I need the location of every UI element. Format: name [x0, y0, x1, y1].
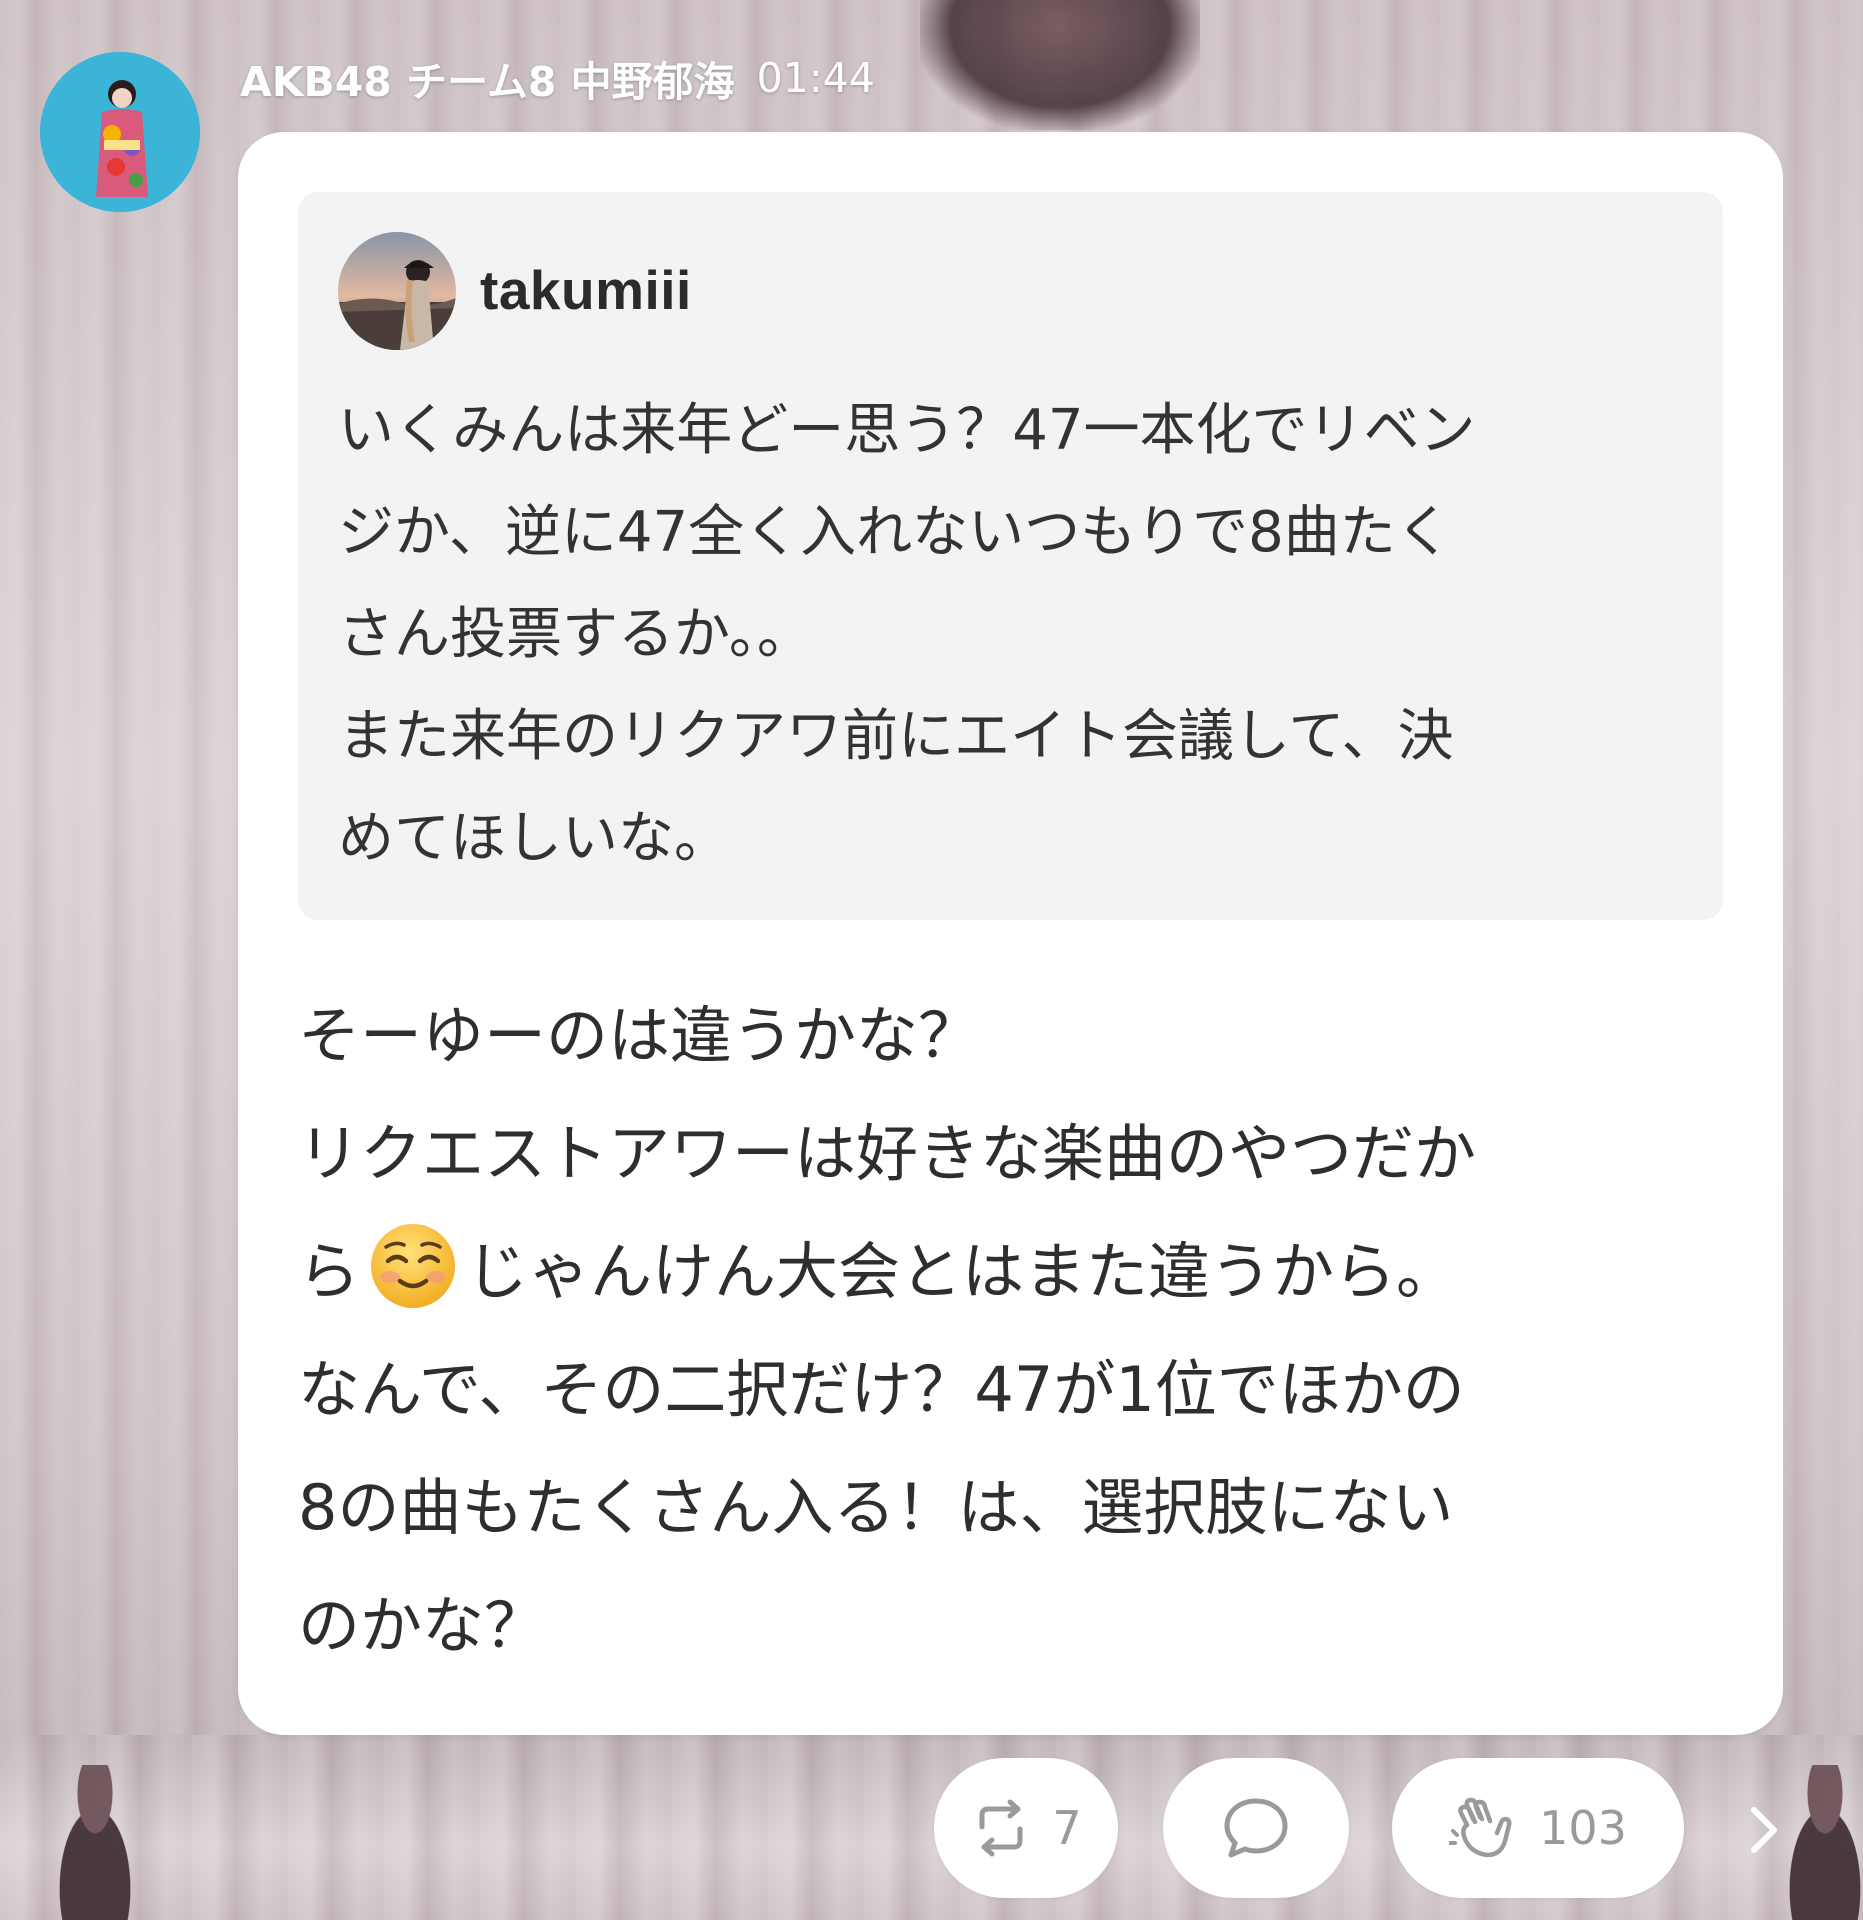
quoted-username[interactable]: takumiii — [480, 258, 692, 322]
reply-fragment: ら — [298, 1235, 361, 1308]
avatar-image — [40, 52, 200, 212]
post-card: takumiii いくみんは来年どー思う？47一本化でリベン ジか、逆に47全く… — [238, 132, 1783, 1735]
next-post-button[interactable] — [1740, 1800, 1790, 1860]
clapping-hands-icon — [1449, 1797, 1512, 1858]
reply-line: 8の曲もたくさん入る！は、選択肢にない — [298, 1471, 1454, 1544]
reply-line: リクエストアワーは好きな楽曲のやつだか — [298, 1117, 1477, 1190]
author-name[interactable]: AKB48 チーム8 中野郁海 — [240, 48, 735, 108]
quoted-comment-text: いくみんは来年どー思う？47一本化でリベン ジか、逆に47全く入れないつもりで8… — [338, 398, 1476, 871]
comment-button[interactable] — [1163, 1758, 1349, 1898]
clap-count: 103 — [1539, 1801, 1627, 1855]
reply-fragment: じゃんけん大会とはまた違うから。 — [466, 1235, 1459, 1308]
reply-line: そーゆーのは違うかな？ — [298, 999, 981, 1072]
chevron-right-icon — [1751, 1807, 1777, 1853]
quoted-comment[interactable]: takumiii いくみんは来年どー思う？47一本化でリベン ジか、逆に47全く… — [298, 192, 1723, 920]
reply-line: なんで、その二択だけ？47が1位でほかの — [298, 1353, 1465, 1426]
author-avatar[interactable] — [40, 52, 200, 212]
smiling-face-icon — [368, 1221, 458, 1311]
clap-button[interactable]: 103 — [1392, 1758, 1684, 1898]
quoted-user-avatar[interactable] — [338, 232, 456, 350]
post-time: 01:44 — [756, 54, 875, 102]
background-photo-figure — [920, 0, 1200, 130]
background-person — [40, 1765, 150, 1920]
reply-line: のかな？ — [298, 1589, 547, 1662]
repost-button[interactable]: 7 — [934, 1758, 1118, 1898]
repost-icon — [979, 1799, 1023, 1857]
speech-bubble-icon — [1224, 1798, 1288, 1858]
reply-text: そーゆーのは違うかな？ リクエストアワーは好きな楽曲のやつだか ら じゃんけん大… — [298, 977, 1738, 1685]
avatar-image — [338, 232, 456, 350]
post-header: AKB48 チーム8 中野郁海 01:44 — [240, 48, 875, 108]
repost-count: 7 — [1052, 1801, 1082, 1855]
reply-line: ら じゃんけん大会とはまた違うから。 — [298, 1213, 1738, 1331]
